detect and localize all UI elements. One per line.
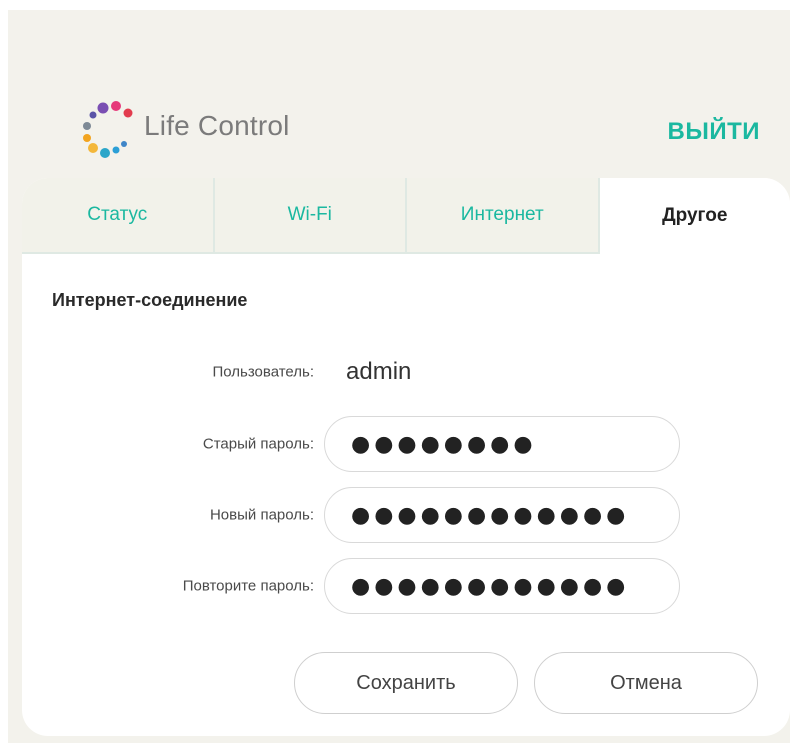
app-frame: Life Control ВЫЙТИ Статус Wi-Fi Интернет…	[8, 10, 790, 743]
new-password-label: Новый пароль:	[209, 506, 314, 524]
section-title: Интернет-соединение	[52, 290, 248, 310]
logout-button[interactable]: ВЫЙТИ	[668, 118, 761, 146]
logo-text: Life Control	[144, 110, 290, 141]
old-password-label: Старый пароль:	[202, 435, 314, 453]
tab-status[interactable]: Статус	[22, 178, 215, 254]
old-password-row: Старый пароль:	[22, 416, 790, 472]
user-value: admin	[346, 358, 412, 385]
repeat-password-label: Повторите пароль:	[182, 577, 314, 595]
tab-wifi[interactable]: Wi-Fi	[214, 178, 407, 254]
logo: Life Control	[76, 100, 316, 170]
repeat-password-field[interactable]	[324, 558, 680, 614]
save-button[interactable]: Сохранить	[294, 652, 518, 714]
repeat-password-row: Повторите пароль:	[22, 558, 790, 614]
settings-card: Статус Wi-Fi Интернет Другое Интернет-со…	[22, 178, 790, 736]
user-row: Пользователь: admin	[22, 344, 790, 400]
tab-bar: Статус Wi-Fi Интернет Другое	[22, 178, 790, 254]
new-password-field[interactable]	[324, 487, 680, 543]
tab-internet[interactable]: Интернет	[407, 178, 600, 254]
header: Life Control ВЫЙТИ	[8, 10, 790, 178]
dots-ring-logo-icon	[83, 101, 133, 158]
user-label: Пользователь:	[212, 363, 314, 381]
tab-other[interactable]: Другое	[599, 178, 790, 254]
old-password-field[interactable]	[324, 416, 680, 472]
cancel-button[interactable]: Отмена	[534, 652, 758, 714]
new-password-row: Новый пароль:	[22, 487, 790, 543]
